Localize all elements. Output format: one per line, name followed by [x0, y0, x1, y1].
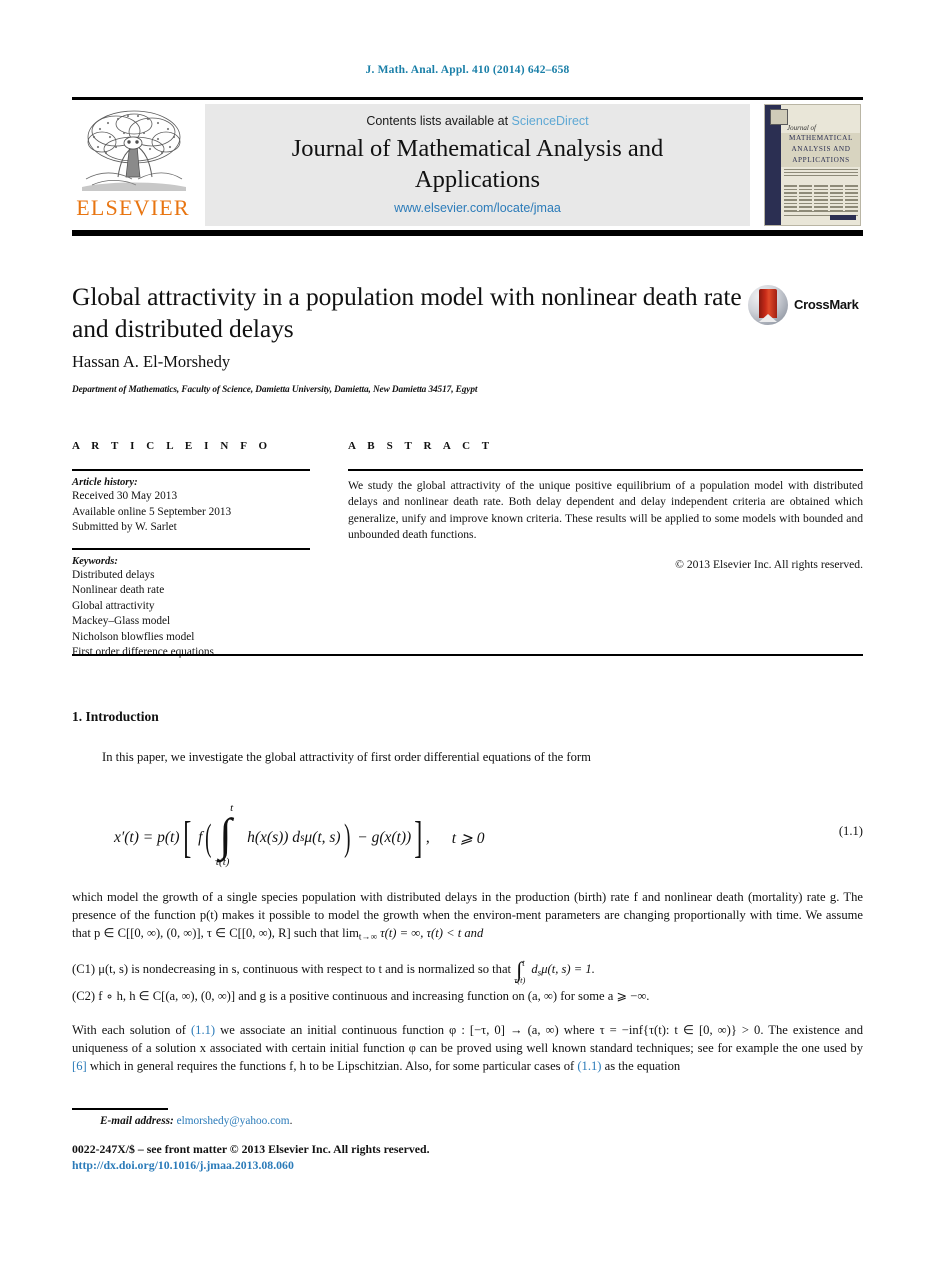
abstract-copyright: © 2013 Elsevier Inc. All rights reserved…: [675, 558, 863, 571]
closing-part-3: which in general requires the functions …: [86, 1058, 578, 1073]
abstract-text: We study the global attractivity of the …: [348, 479, 863, 541]
journal-homepage-link[interactable]: www.elsevier.com/locate/jmaa: [205, 201, 750, 215]
cover-title-line-3: APPLICATIONS: [792, 156, 850, 164]
footnote-email-period: .: [289, 1115, 293, 1127]
journal-title: Journal of Mathematical Analysis and App…: [291, 135, 664, 193]
article-info-heading: A R T I C L E I N F O: [72, 440, 272, 452]
condition-c2: (C2) f ∘ h, h ∈ C[(a, ∞), (0, ∞)] and g …: [72, 989, 650, 1003]
c1-integral: t ∫ τ(t): [514, 958, 528, 985]
limit-expr-rest: τ(t) = ∞, τ(t) < t and: [376, 925, 484, 940]
cover-title-line-2: ANALYSIS AND: [791, 145, 851, 153]
equation-integrand-tail: μ(t, s): [304, 829, 341, 846]
equation-integral: t ∫ τ(t): [215, 802, 241, 868]
section-heading-introduction: 1. Introduction: [72, 709, 159, 724]
keywords-rule: [72, 547, 310, 550]
journal-masthead: ELSEVIER Contents lists available at Sci…: [72, 97, 863, 236]
journal-cover-thumbnail: Journal of MATHEMATICAL ANALYSIS AND APP…: [764, 104, 861, 226]
masthead-band: Contents lists available at ScienceDirec…: [205, 104, 750, 226]
elsevier-logo: ELSEVIER: [74, 107, 192, 225]
history-received: Received 30 May 2013: [72, 490, 178, 503]
keyword-item: Nonlinear death rate: [72, 584, 165, 597]
equation-1-1-body: x′(t) = p(t) [ f ( t ∫ τ(t) h(x(s)) d s μ(…: [114, 802, 485, 868]
contents-available-line: Contents lists available at ScienceDirec…: [205, 114, 750, 128]
eq-ref-link-2[interactable]: (1.1): [577, 1059, 601, 1073]
c1-tail-rest: μ(t, s) = 1.: [541, 962, 595, 976]
history-submitted-by: Submitted by W. Sarlet: [72, 521, 177, 534]
article-info-column: Article history: Received 30 May 2013 Av…: [72, 469, 310, 661]
keyword-item: Global attractivity: [72, 599, 155, 612]
crossmark-notch-icon: [759, 314, 777, 322]
history-available-online: Available online 5 September 2013: [72, 505, 232, 518]
equation-lhs: x′(t) = p(t): [114, 829, 180, 846]
cover-publisher-mark: [770, 109, 788, 125]
author-affiliation: Department of Mathematics, Faculty of Sc…: [72, 385, 478, 395]
cover-title-band: MATHEMATICAL ANALYSIS AND APPLICATIONS: [781, 133, 860, 167]
abstract-rule: [348, 469, 863, 472]
citation-ref-link-6[interactable]: [6]: [72, 1059, 87, 1073]
closing-part-4: as the equation: [601, 1058, 681, 1073]
equation-f-symbol: f: [198, 829, 203, 846]
crossmark-badge[interactable]: CrossMark: [748, 285, 863, 325]
equation-1-1: x′(t) = p(t) [ f ( t ∫ τ(t) h(x(s)) d s μ(…: [72, 800, 863, 872]
imprint-block: 0022-247X/$ – see front matter © 2013 El…: [72, 1141, 430, 1173]
sciencedirect-link[interactable]: ScienceDirect: [512, 114, 589, 128]
equation-integrand: h(x(s)) d: [247, 829, 301, 846]
cover-title-line-1: MATHEMATICAL: [789, 134, 853, 142]
masthead-top-rule: [72, 97, 863, 100]
c1-integral-upper: t: [522, 958, 525, 968]
contents-prefix: Contents lists available at: [366, 114, 509, 128]
footnote-email-line: E-mail address: elmorshedy@yahoo.com.: [100, 1115, 292, 1127]
cover-board-grid: [784, 185, 858, 211]
condition-c1: (C1) μ(t, s) is nondecreasing in s, cont…: [72, 958, 863, 985]
cover-journal-of: Journal of: [787, 124, 816, 132]
crossmark-circle-icon: [748, 285, 788, 325]
info-block-bottom-rule: [72, 654, 863, 656]
eq-ref-link-1[interactable]: (1.1): [191, 1023, 215, 1037]
article-info-rule: [72, 469, 310, 472]
author-name: Hassan A. El-Morshedy: [72, 352, 231, 371]
elsevier-tree-icon: [80, 107, 188, 195]
footnote-email-link[interactable]: elmorshedy@yahoo.com: [177, 1115, 290, 1127]
footnote-email-label: E-mail address:: [100, 1115, 174, 1127]
limit-expr-lim: lim: [342, 925, 359, 940]
footnote-rule: [72, 1108, 168, 1110]
keywords-label: Keywords:: [72, 555, 118, 567]
running-citation: J. Math. Anal. Appl. 410 (2014) 642–658: [365, 64, 570, 76]
article-history-label: Article history:: [72, 477, 138, 489]
equation-condition: t ⩾ 0: [451, 829, 485, 847]
integral-lower-limit: τ(t): [215, 856, 230, 868]
cover-editor-lines: [784, 169, 858, 178]
intro-paragraph: In this paper, we investigate the global…: [102, 750, 591, 764]
doi-link[interactable]: http://dx.doi.org/10.1016/j.jmaa.2013.08…: [72, 1157, 430, 1173]
closing-paragraph: With each solution of (1.1) we associate…: [72, 1022, 863, 1075]
equation-number: (1.1): [838, 824, 863, 838]
integral-glyph-icon: ∫: [219, 809, 232, 860]
page-title: Global attractivity in a population mode…: [72, 282, 742, 343]
masthead-bottom-rule: [72, 230, 863, 236]
keyword-item: Mackey–Glass model: [72, 615, 171, 628]
equation-minus-term: − g(x(t)): [357, 829, 412, 846]
paper-page: J. Math. Anal. Appl. 410 (2014) 642–658: [0, 0, 935, 1266]
limit-expr-sub: t→∞: [358, 931, 377, 942]
condition-c1-text: (C1) μ(t, s) is nondecreasing in s, cont…: [72, 962, 512, 976]
elsevier-wordmark: ELSEVIER: [76, 195, 190, 220]
crossmark-label: CrossMark: [794, 297, 859, 312]
abstract-column: We study the global attractivity of the …: [348, 469, 863, 571]
title-block: Global attractivity in a population mode…: [72, 281, 863, 345]
closing-part-1: With each solution of: [72, 1023, 191, 1037]
cover-elsevier-mark: [830, 215, 856, 220]
keyword-item: Distributed delays: [72, 568, 155, 581]
imprint-line: 0022-247X/$ – see front matter © 2013 El…: [72, 1142, 430, 1156]
equation-comma: ,: [425, 829, 430, 846]
paragraph-after-equation: which model the growth of a single speci…: [72, 889, 863, 946]
abstract-heading: A B S T R A C T: [348, 440, 494, 452]
keyword-item: Nicholson blowflies model: [72, 630, 195, 643]
